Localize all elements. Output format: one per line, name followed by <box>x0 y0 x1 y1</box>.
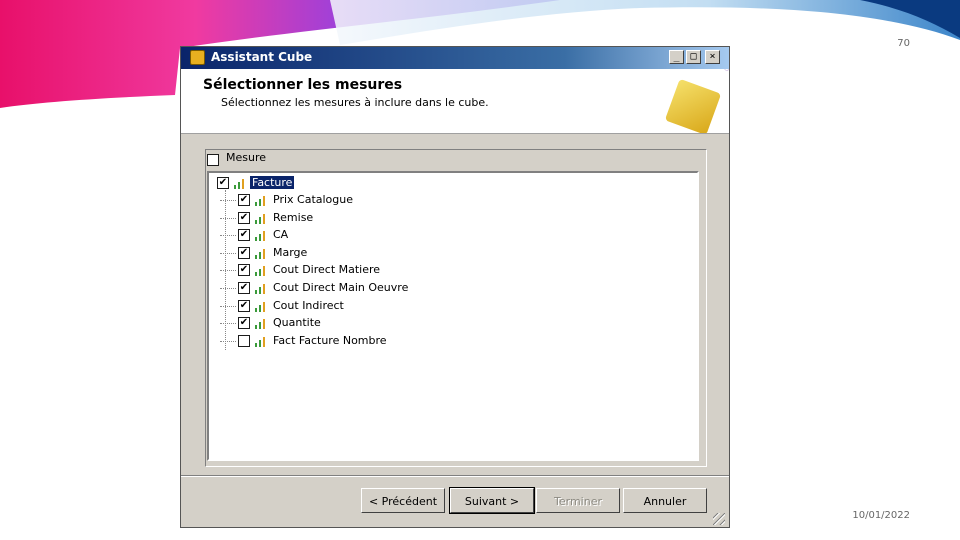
measure-icon <box>255 213 267 224</box>
measure-label: Cout Direct Main Oeuvre <box>273 281 409 294</box>
wizard-header: Sélectionner les mesures Sélectionnez le… <box>181 69 729 134</box>
maximize-button[interactable]: □ <box>686 50 701 64</box>
measure-icon <box>255 248 267 259</box>
measure-icon <box>255 265 267 277</box>
tree-connector <box>220 323 236 325</box>
measure-label: Marge <box>273 245 308 259</box>
measure-label: Fact Facture Nombre <box>273 333 387 347</box>
mesure-label: Mesure <box>226 151 267 164</box>
previous-button[interactable]: < Précédent <box>361 488 445 513</box>
cancel-button[interactable]: Annuler <box>623 488 707 513</box>
measure-label: Cout Indirect <box>273 298 344 312</box>
tree-connector <box>220 340 236 342</box>
tree-connector <box>220 252 236 254</box>
measure-label: CA <box>273 228 289 242</box>
minimize-button[interactable]: _ <box>669 50 684 64</box>
resize-grip[interactable] <box>713 513 725 525</box>
measure-icon <box>255 283 267 294</box>
slide-date: 10/01/2022 <box>852 510 910 521</box>
measure-checkbox[interactable]: ✔ <box>238 229 250 242</box>
measure-icon <box>255 195 267 206</box>
title-bar[interactable]: Assistant Cube _ □ × <box>181 47 729 69</box>
measure-checkbox[interactable]: ✔ <box>238 246 250 259</box>
tree-connector <box>220 270 236 272</box>
window-title: Assistant Cube <box>211 50 313 64</box>
measure-checkbox[interactable]: ✔ <box>238 211 250 224</box>
measure-icon <box>255 336 267 347</box>
page-title: Sélectionner les mesures <box>203 77 403 93</box>
measure-label: Remise <box>273 210 314 224</box>
page-subtitle: Sélectionnez les mesures à inclure dans … <box>221 96 489 109</box>
measure-checkbox[interactable]: ✔ <box>238 194 250 206</box>
measure-icon <box>255 301 267 312</box>
next-button[interactable]: Suivant > <box>449 487 535 514</box>
tree-connector <box>220 217 236 219</box>
measure-checkbox[interactable]: ✔ <box>238 264 250 277</box>
measure-icon <box>255 230 267 242</box>
measure-checkbox[interactable]: ✔ <box>238 282 250 294</box>
footer-separator <box>181 475 729 477</box>
measure-label: Cout Direct Matiere <box>273 263 381 277</box>
measure-checkbox[interactable] <box>238 334 250 347</box>
cube-icon <box>190 50 205 65</box>
close-button[interactable]: × <box>705 50 720 64</box>
measure-icon <box>255 318 267 330</box>
measure-label: Quantite <box>273 316 321 330</box>
measure-label: Prix Catalogue <box>273 193 354 206</box>
measures-tree[interactable]: ✔ Facture ✔ Prix Catalogue ✔ Remise ✔ CA ✔ Marg… <box>207 171 699 461</box>
mesure-checkbox[interactable] <box>207 154 219 166</box>
facture-label[interactable]: Facture <box>250 176 295 189</box>
measure-group-icon <box>234 178 246 189</box>
tree-connector <box>220 305 236 307</box>
tree-connector <box>220 200 236 201</box>
facture-checkbox[interactable]: ✔ <box>217 177 229 189</box>
measure-checkbox[interactable]: ✔ <box>238 299 250 312</box>
mesure-root[interactable]: Mesure <box>207 151 266 167</box>
finish-button[interactable]: Terminer <box>536 488 620 513</box>
tree-connector <box>220 288 236 289</box>
tree-connector <box>220 235 236 237</box>
measure-checkbox[interactable]: ✔ <box>238 317 250 330</box>
assistant-cube-window: Assistant Cube _ □ × Sélectionner les me… <box>180 46 730 528</box>
slide-number: 70 <box>897 38 910 49</box>
